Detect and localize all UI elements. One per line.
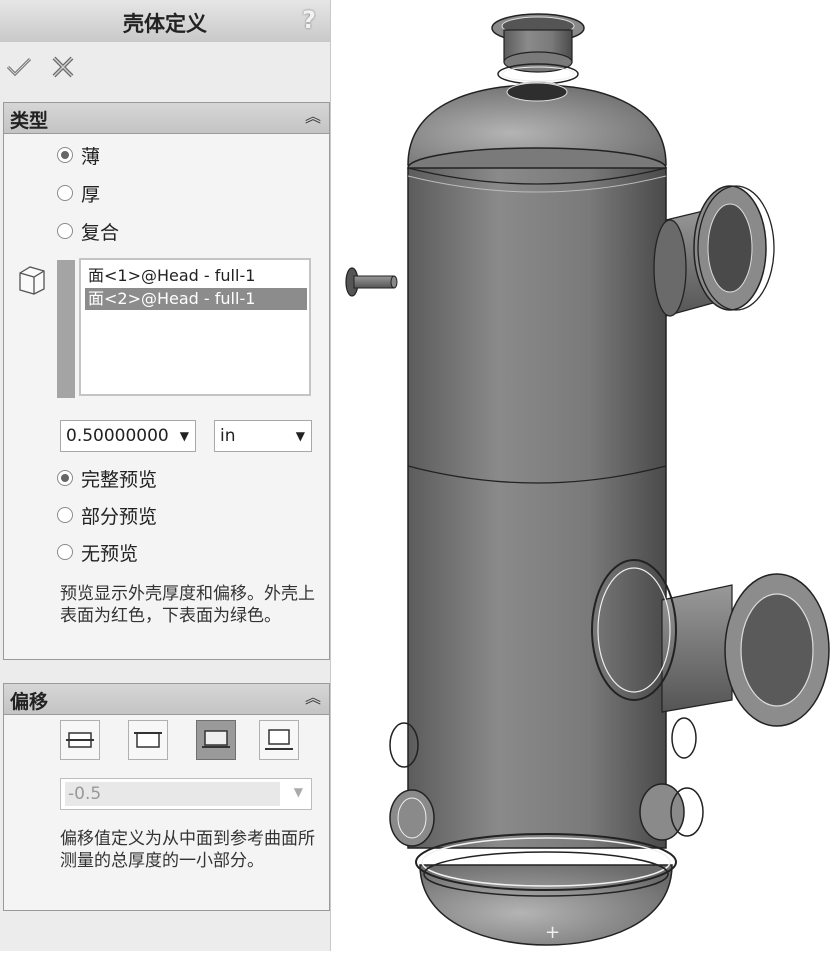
offset-custom-icon [265,729,293,750]
type-section-header[interactable]: 类型 ︽ [4,103,329,134]
preview-note: 预览显示外壳厚度和偏移。外壳上表面为红色，下表面为绿色。 [60,584,315,626]
face-list-item-selected[interactable]: 面<2>@Head - full-1 [85,288,307,310]
cross-icon [52,56,74,78]
svg-text:+: + [545,922,560,943]
offset-midsurface-button[interactable] [60,720,100,760]
type-section-title: 类型 [10,110,49,132]
radio-full-preview-dot[interactable] [57,470,73,486]
checkmark-icon [6,57,32,77]
offset-section-header[interactable]: 偏移 ︽ [4,684,329,715]
unit-select[interactable]: in ▼ [214,420,312,452]
radio-full-preview-label: 完整预览 [81,468,158,491]
radio-composite-label: 复合 [81,221,120,244]
cancel-button[interactable] [48,52,78,82]
offset-custom-button[interactable] [259,720,299,760]
model-viewport[interactable]: + [332,0,830,951]
radio-full-preview[interactable]: 完整预览 [57,464,157,492]
radio-thick-dot[interactable] [57,185,73,201]
collapse-icon[interactable]: ︽ [303,107,323,127]
unit-value: in [220,426,236,446]
face-selection-icon [14,262,48,296]
radio-thin[interactable]: 薄 [57,141,100,169]
radio-composite[interactable]: 复合 [57,217,119,245]
pressure-vessel-model[interactable]: + [332,0,830,951]
radio-partial-preview-label: 部分预览 [81,505,158,528]
face-selection-list[interactable]: 面<1>@Head - full-1 面<2>@Head - full-1 [79,258,311,396]
radio-thin-dot[interactable] [57,147,73,163]
offset-top-button[interactable] [128,720,168,760]
radio-thick-label: 厚 [81,183,101,206]
radio-composite-dot[interactable] [57,223,73,239]
radio-partial-preview[interactable]: 部分预览 [57,501,157,529]
help-button[interactable]: ? [298,6,320,34]
offset-bottom-icon [202,730,230,748]
thickness-combo[interactable]: 0.50000000 ▼ [60,420,196,452]
radio-no-preview-label: 无预览 [81,542,139,565]
radio-no-preview-dot[interactable] [57,544,73,560]
offset-midsurface-icon [66,732,94,748]
panel-titlebar: 壳体定义 ? [0,0,330,43]
chevron-down-icon[interactable]: ▼ [294,785,303,799]
collapse-icon[interactable]: ︽ [303,688,323,708]
offset-value[interactable]: -0.5 [65,782,280,806]
property-panel: 壳体定义 ? 类型 ︽ 薄 厚 复合 面<1>@Head - full-1 面<… [0,0,331,951]
face-list-marker [57,260,75,398]
chevron-down-icon[interactable]: ▼ [180,421,189,451]
thickness-value: 0.50000000 [66,426,169,446]
ok-button[interactable] [4,52,34,82]
offset-bottom-button[interactable] [196,720,236,760]
face-list-item[interactable]: 面<1>@Head - full-1 [85,265,307,287]
panel-title: 壳体定义 [123,12,207,36]
offset-section-title: 偏移 [10,691,49,713]
chevron-down-icon[interactable]: ▼ [296,421,305,451]
radio-thick[interactable]: 厚 [57,179,100,207]
offset-note: 偏移值定义为从中面到参考曲面所测量的总厚度的一小部分。 [60,829,315,871]
radio-partial-preview-dot[interactable] [57,507,73,523]
radio-thin-label: 薄 [81,145,101,168]
offset-value-field[interactable]: -0.5 ▼ [60,778,312,810]
offset-top-icon [134,732,162,748]
radio-no-preview[interactable]: 无预览 [57,538,138,566]
